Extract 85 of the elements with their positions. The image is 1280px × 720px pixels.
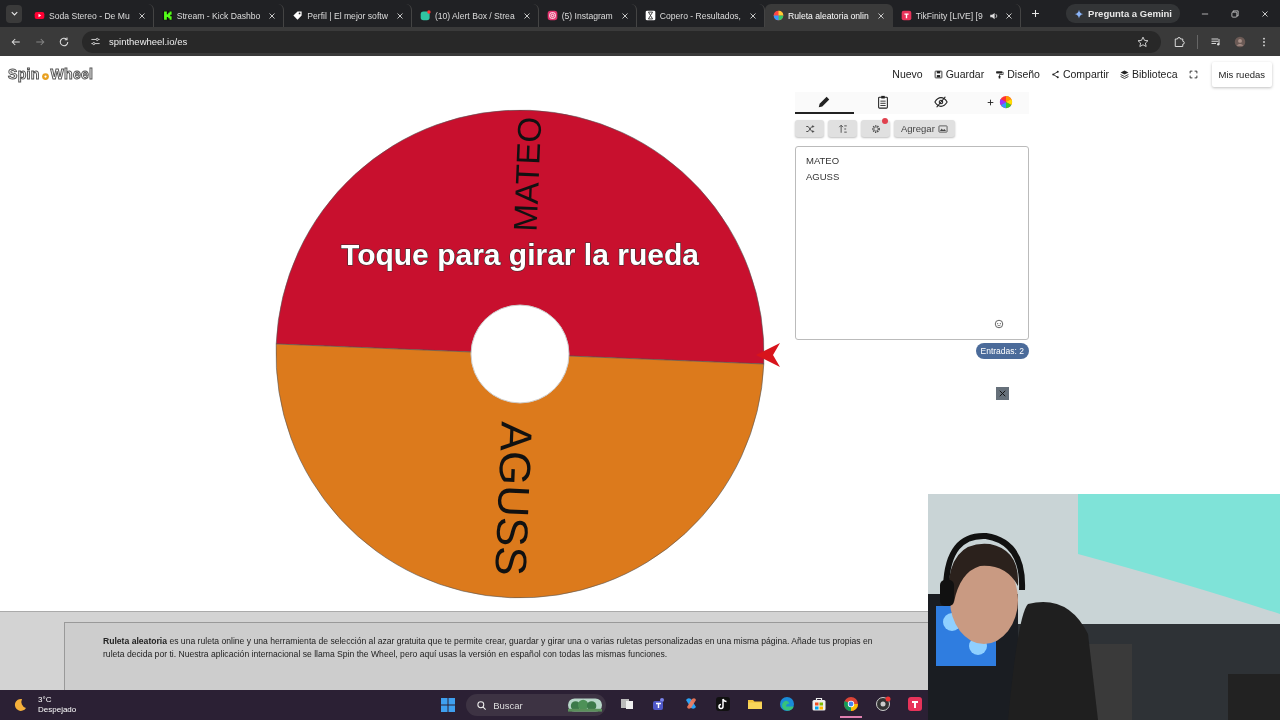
image-icon — [937, 123, 948, 134]
sparkle-icon — [1074, 8, 1085, 19]
record-icon — [875, 696, 892, 712]
restore-icon — [1230, 8, 1240, 19]
clipboard-icon — [875, 95, 890, 109]
pencil-icon — [817, 95, 832, 109]
site-icon — [900, 10, 912, 21]
site-icon — [773, 10, 784, 21]
close-icon — [1003, 10, 1014, 21]
chrome-icon — [843, 696, 860, 712]
my-wheels-button[interactable]: Mis ruedas — [1211, 61, 1272, 87]
sort-icon — [837, 123, 848, 134]
segment-label: AGUSS — [486, 420, 542, 577]
nav-button[interactable]: Guardar — [933, 66, 985, 82]
close-icon — [619, 10, 630, 21]
nav-button[interactable]: Nuevo — [892, 66, 923, 82]
spin-prompt[interactable]: Toque para girar la rueda — [341, 237, 699, 271]
close-icon — [521, 10, 532, 21]
fullscreen-button[interactable] — [1188, 67, 1198, 81]
browser-tab[interactable]: Ruleta aleatoria onlin — [765, 4, 893, 27]
tool-button[interactable] — [795, 120, 824, 137]
app-icon — [907, 696, 924, 712]
eye-off-icon — [934, 95, 949, 109]
nav-button[interactable]: Biblioteca — [1120, 66, 1178, 82]
profile-avatar-icon[interactable] — [1234, 35, 1246, 48]
color-wheel-icon — [999, 95, 1014, 109]
share-icon — [1050, 69, 1060, 79]
entry-text: MATEO — [806, 154, 841, 168]
tool-button[interactable] — [828, 120, 857, 137]
close-icon — [267, 10, 278, 21]
save-icon — [933, 69, 943, 79]
nav-button[interactable]: Compartir — [1050, 66, 1109, 82]
tab-search-button[interactable] — [6, 4, 22, 23]
star-icon[interactable] — [1137, 35, 1149, 48]
gemini-button[interactable]: Pregunta a Gemini — [1066, 4, 1180, 23]
close-icon — [748, 10, 758, 21]
shuffle-icon — [804, 123, 815, 134]
reload-icon[interactable] — [58, 35, 70, 48]
taskbar-search-field[interactable]: Buscar — [466, 694, 607, 716]
wheel-segment[interactable] — [275, 343, 765, 599]
layers-icon — [1120, 69, 1129, 79]
entries-count-badge: Entradas: 2 — [975, 343, 1029, 359]
close-icon — [1260, 8, 1270, 19]
nav-button[interactable]: Diseño — [995, 66, 1040, 82]
store-icon — [811, 696, 828, 712]
weather-condition[interactable]: Despejado — [38, 705, 77, 715]
smiley-icon[interactable] — [994, 319, 1004, 329]
weather-temperature[interactable]: 3°C — [38, 695, 77, 705]
fullscreen-icon — [1188, 69, 1198, 79]
entries-field[interactable]: MATEO AGUSS — [795, 146, 1029, 340]
note-icon — [715, 696, 732, 712]
site-icon — [644, 10, 656, 21]
wheel-segment[interactable] — [275, 109, 765, 365]
close-icon — [136, 10, 147, 21]
extension-icon[interactable] — [1173, 35, 1185, 48]
tool-button[interactable]: Agregar — [894, 120, 955, 137]
site-icon — [419, 10, 431, 21]
wheel-hub[interactable] — [470, 304, 570, 404]
site-icon — [161, 10, 173, 21]
wheel-icon — [40, 71, 50, 81]
tool-button[interactable] — [861, 120, 890, 137]
search-icon — [476, 699, 488, 711]
description-text: Ruleta aleatoria es una ruleta online y una herramienta de selección al azar gratuita que te permite crear, guardar y girar una o varias ruletas personalizadas en una misma página. Añade tus propias en ruleta decida por ti. Nuestra aplicación internacional se llama Spin the Wheel, pero aquí usas la versión en español con todas las mismas funciones. — [103, 635, 874, 661]
start-icon[interactable] — [440, 697, 457, 713]
site-icon — [34, 10, 45, 21]
entry-text: AGUSS — [806, 170, 841, 184]
close-icon — [997, 388, 1008, 399]
plus-icon — [986, 97, 996, 107]
address-bar[interactable]: spinthewheel.io/es — [82, 30, 1161, 53]
close-icon — [875, 10, 886, 21]
site-info-icon[interactable] — [90, 36, 101, 47]
plus-icon — [1030, 8, 1042, 19]
gear-icon — [870, 123, 881, 134]
speaker-icon[interactable] — [988, 10, 999, 21]
task-view-icon — [619, 696, 636, 712]
site-icon — [546, 10, 558, 21]
segment-label: MATEO — [506, 116, 549, 233]
close-icon — [394, 10, 405, 21]
edge-icon — [779, 696, 796, 712]
site-icon — [292, 10, 304, 21]
media-icon[interactable] — [1210, 35, 1222, 48]
moon-icon — [12, 697, 28, 713]
close-button[interactable] — [996, 387, 1009, 400]
pointer-icon — [756, 343, 780, 367]
paint-roller-icon — [995, 69, 1005, 79]
